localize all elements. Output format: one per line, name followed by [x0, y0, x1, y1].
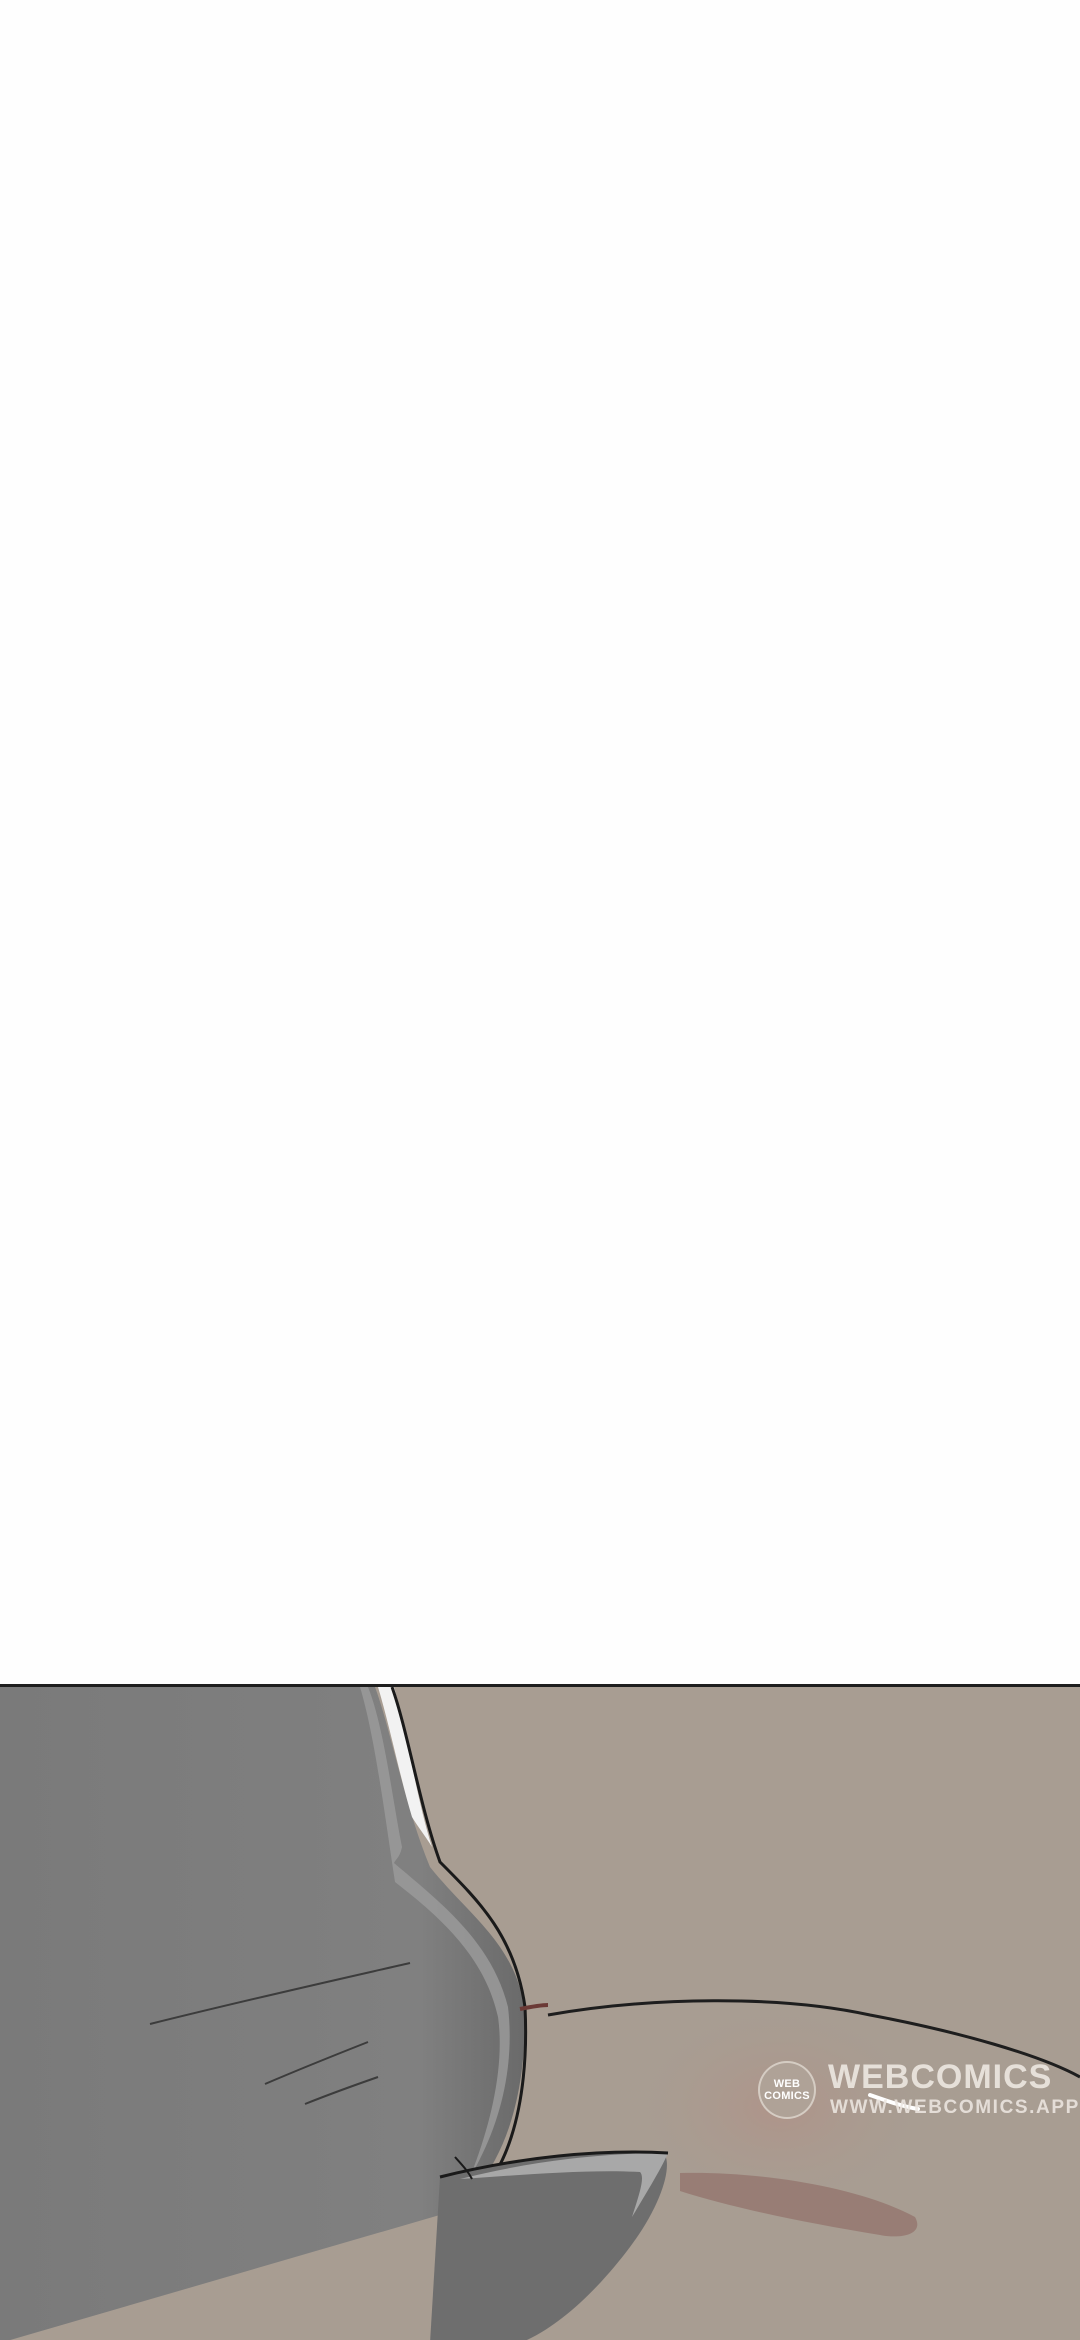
webcomics-logo-badge: WEB COMICS — [758, 2061, 816, 2119]
blank-space — [0, 0, 1080, 1684]
creature-paw — [430, 2153, 667, 2340]
comic-panel: WEB COMICS WEBCOMICS WWW.WEBCOMICS.APP — [0, 1684, 1080, 2340]
webcomics-watermark: WEB COMICS WEBCOMICS WWW.WEBCOMICS.APP — [758, 2057, 1078, 2127]
panel-illustration — [0, 1687, 1080, 2340]
comic-page: WEB COMICS WEBCOMICS WWW.WEBCOMICS.APP — [0, 0, 1080, 2340]
badge-line2: COMICS — [764, 2090, 810, 2102]
watermark-url: WWW.WEBCOMICS.APP — [830, 2097, 1080, 2118]
watermark-title: WEBCOMICS — [828, 2058, 1053, 2096]
badge-line1: WEB — [773, 2078, 801, 2090]
